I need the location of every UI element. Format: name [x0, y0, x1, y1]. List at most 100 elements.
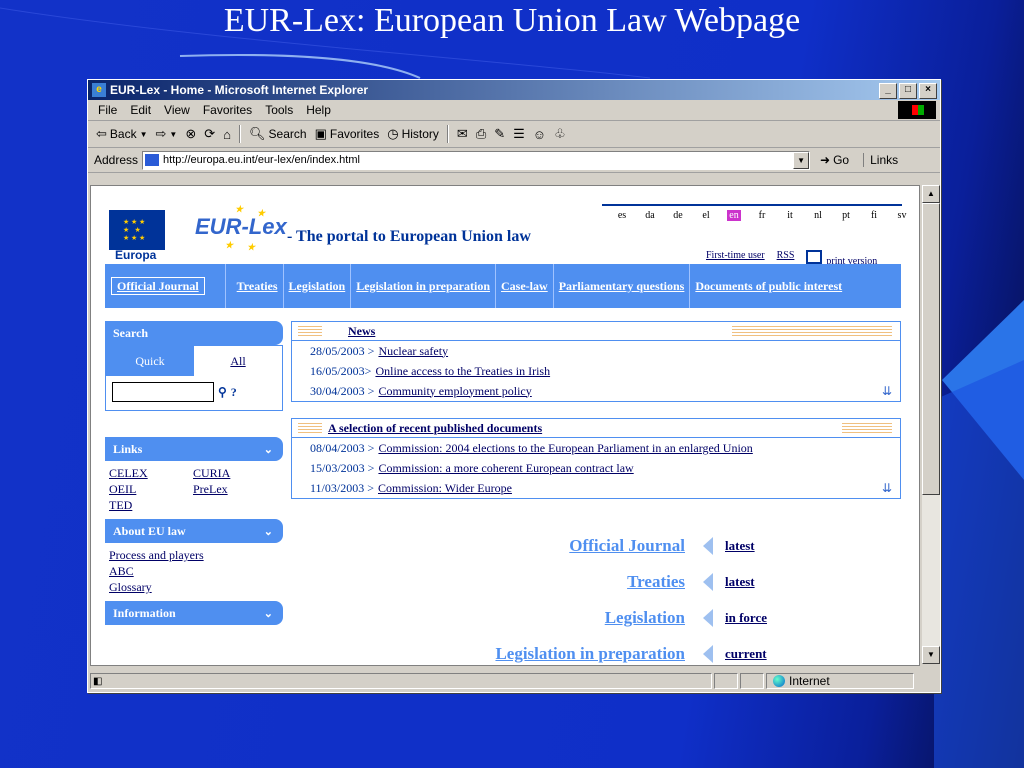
- address-url: http://europa.eu.int/eur-lex/en/index.ht…: [163, 154, 360, 166]
- link-ted[interactable]: TED: [109, 497, 193, 513]
- tab-all-search[interactable]: All: [194, 346, 282, 376]
- window-titlebar[interactable]: e EUR-Lex - Home - Microsoft Internet Ex…: [88, 80, 940, 100]
- forward-button[interactable]: ⇨ ▼: [156, 126, 178, 142]
- quicklink-row: Official Journal latest: [435, 528, 895, 564]
- news-link[interactable]: Community employment policy: [378, 384, 531, 399]
- link-oeil[interactable]: OEIL: [109, 481, 193, 497]
- quicklink-label[interactable]: Legislation in preparation: [435, 644, 685, 664]
- europa-flag-logo[interactable]: [109, 210, 165, 250]
- nav-documents-public-interest[interactable]: Documents of public interest: [690, 264, 847, 308]
- menu-file[interactable]: File: [98, 103, 117, 117]
- link-abc[interactable]: ABC: [109, 563, 279, 579]
- search-button[interactable]: 🔍︎ Search: [249, 126, 307, 142]
- stop-button[interactable]: ⊗: [185, 126, 196, 142]
- menu-tools[interactable]: Tools: [265, 103, 293, 117]
- search-magnifier-icon[interactable]: ⚲: [218, 385, 227, 400]
- edit-icon: ✎: [494, 126, 506, 141]
- lang-da[interactable]: da: [636, 210, 664, 221]
- quick-search-input[interactable]: [112, 382, 214, 402]
- search-panel-header: Search: [105, 321, 283, 345]
- scroll-thumb[interactable]: [922, 203, 940, 495]
- lang-fi[interactable]: fi: [860, 210, 888, 221]
- lang-it[interactable]: it: [776, 210, 804, 221]
- eurlex-logo[interactable]: EUR-Lex ★ ★ ★ ★: [195, 204, 287, 252]
- links-panel-header[interactable]: Links ⌄: [105, 437, 283, 461]
- edit-button[interactable]: ✎: [494, 126, 505, 142]
- document-link[interactable]: Commission: a more coherent European con…: [378, 461, 633, 476]
- close-button[interactable]: ×: [919, 83, 937, 99]
- document-item: 11/03/2003 > Commission: Wider Europe ⇊: [292, 478, 900, 498]
- news-column: News 28/05/2003 > Nuclear safety 16/05/20…: [291, 321, 901, 499]
- messenger-button[interactable]: ☺: [533, 127, 546, 142]
- quicklink-label[interactable]: Treaties: [435, 572, 685, 592]
- lang-el[interactable]: el: [692, 210, 720, 221]
- quicklink-value[interactable]: in force: [725, 610, 767, 626]
- back-arrow-icon: ⇦: [96, 126, 107, 141]
- tab-quick-search[interactable]: Quick: [106, 346, 194, 376]
- lang-nl[interactable]: nl: [804, 210, 832, 221]
- link-glossary[interactable]: Glossary: [109, 579, 279, 595]
- nav-legislation-in-preparation[interactable]: Legislation in preparation: [351, 264, 497, 308]
- news-link[interactable]: Online access to the Treaties in Irish: [375, 364, 550, 379]
- stripes-decoration: [298, 326, 322, 336]
- address-dropdown-button[interactable]: ▼: [793, 151, 810, 169]
- go-button[interactable]: ➜ Go: [820, 153, 849, 167]
- chevron-down-icon: ⌄: [263, 525, 273, 538]
- mail-button[interactable]: ✉: [457, 126, 468, 142]
- about-panel-header[interactable]: About EU law ⌄: [105, 519, 283, 543]
- maximize-button[interactable]: □: [899, 83, 917, 99]
- address-input[interactable]: http://europa.eu.int/eur-lex/en/index.ht…: [142, 150, 811, 170]
- menu-help[interactable]: Help: [306, 103, 331, 117]
- lang-es[interactable]: es: [608, 210, 636, 221]
- information-panel-header[interactable]: Information ⌄: [105, 601, 283, 625]
- documents-title[interactable]: A selection of recent published document…: [328, 421, 542, 436]
- windows-logo-icon: [898, 101, 936, 119]
- lang-en-selected[interactable]: en: [727, 210, 741, 221]
- double-chevron-down-icon[interactable]: ⇊: [882, 481, 892, 496]
- quicklink-value[interactable]: latest: [725, 538, 755, 554]
- menu-edit[interactable]: Edit: [130, 103, 151, 117]
- menu-favorites[interactable]: Favorites: [203, 103, 252, 117]
- nav-treaties[interactable]: Treaties: [232, 264, 284, 308]
- document-link[interactable]: Commission: 2004 elections to the Europe…: [378, 441, 752, 456]
- lang-de[interactable]: de: [664, 210, 692, 221]
- print-button[interactable]: ⎙: [476, 126, 486, 142]
- scroll-down-button[interactable]: ▼: [922, 646, 940, 664]
- vertical-scrollbar[interactable]: ▲ ▼: [922, 185, 940, 664]
- quicklink-value[interactable]: current: [725, 646, 767, 662]
- nav-parliamentary-questions[interactable]: Parliamentary questions: [554, 264, 691, 308]
- scroll-up-button[interactable]: ▲: [922, 185, 940, 203]
- links-toolbar[interactable]: Links: [863, 153, 898, 167]
- history-button[interactable]: ◷ History: [387, 126, 439, 142]
- news-title[interactable]: News: [348, 324, 375, 339]
- quicklink-label[interactable]: Legislation: [435, 608, 685, 628]
- address-label: Address: [94, 153, 139, 167]
- double-chevron-down-icon[interactable]: ⇊: [882, 384, 892, 399]
- document-link[interactable]: Commission: Wider Europe: [378, 481, 512, 496]
- quicklink-value[interactable]: latest: [725, 574, 755, 590]
- nav-official-journal[interactable]: Official Journal: [111, 277, 205, 295]
- nav-legislation[interactable]: Legislation: [284, 264, 352, 308]
- news-link[interactable]: Nuclear safety: [378, 344, 448, 359]
- lang-fr[interactable]: fr: [748, 210, 776, 221]
- research-button[interactable]: ♧: [554, 126, 566, 142]
- back-button[interactable]: ⇦ Back ▼: [96, 126, 148, 142]
- home-button[interactable]: ⌂: [223, 127, 231, 142]
- europa-label: Europa: [115, 248, 157, 262]
- nav-case-law[interactable]: Case-law: [496, 264, 554, 308]
- lang-sv[interactable]: sv: [888, 210, 916, 221]
- status-bar: ◧ Internet: [90, 672, 936, 690]
- link-curia[interactable]: CURIA: [193, 465, 273, 481]
- refresh-button[interactable]: ⟳: [204, 126, 215, 142]
- link-process-and-players[interactable]: Process and players: [109, 547, 279, 563]
- link-celex[interactable]: CELEX: [109, 465, 193, 481]
- discuss-button[interactable]: ☰: [513, 126, 525, 142]
- search-help-button[interactable]: ?: [231, 385, 237, 400]
- quicklink-label[interactable]: Official Journal: [435, 536, 685, 556]
- menu-view[interactable]: View: [164, 103, 190, 117]
- favorites-button[interactable]: ▣ Favorites: [315, 126, 380, 142]
- minimize-button[interactable]: _: [879, 83, 897, 99]
- news-item: 16/05/2003> Online access to the Treaties…: [292, 361, 900, 381]
- link-prelex[interactable]: PreLex: [193, 481, 273, 497]
- lang-pt[interactable]: pt: [832, 210, 860, 221]
